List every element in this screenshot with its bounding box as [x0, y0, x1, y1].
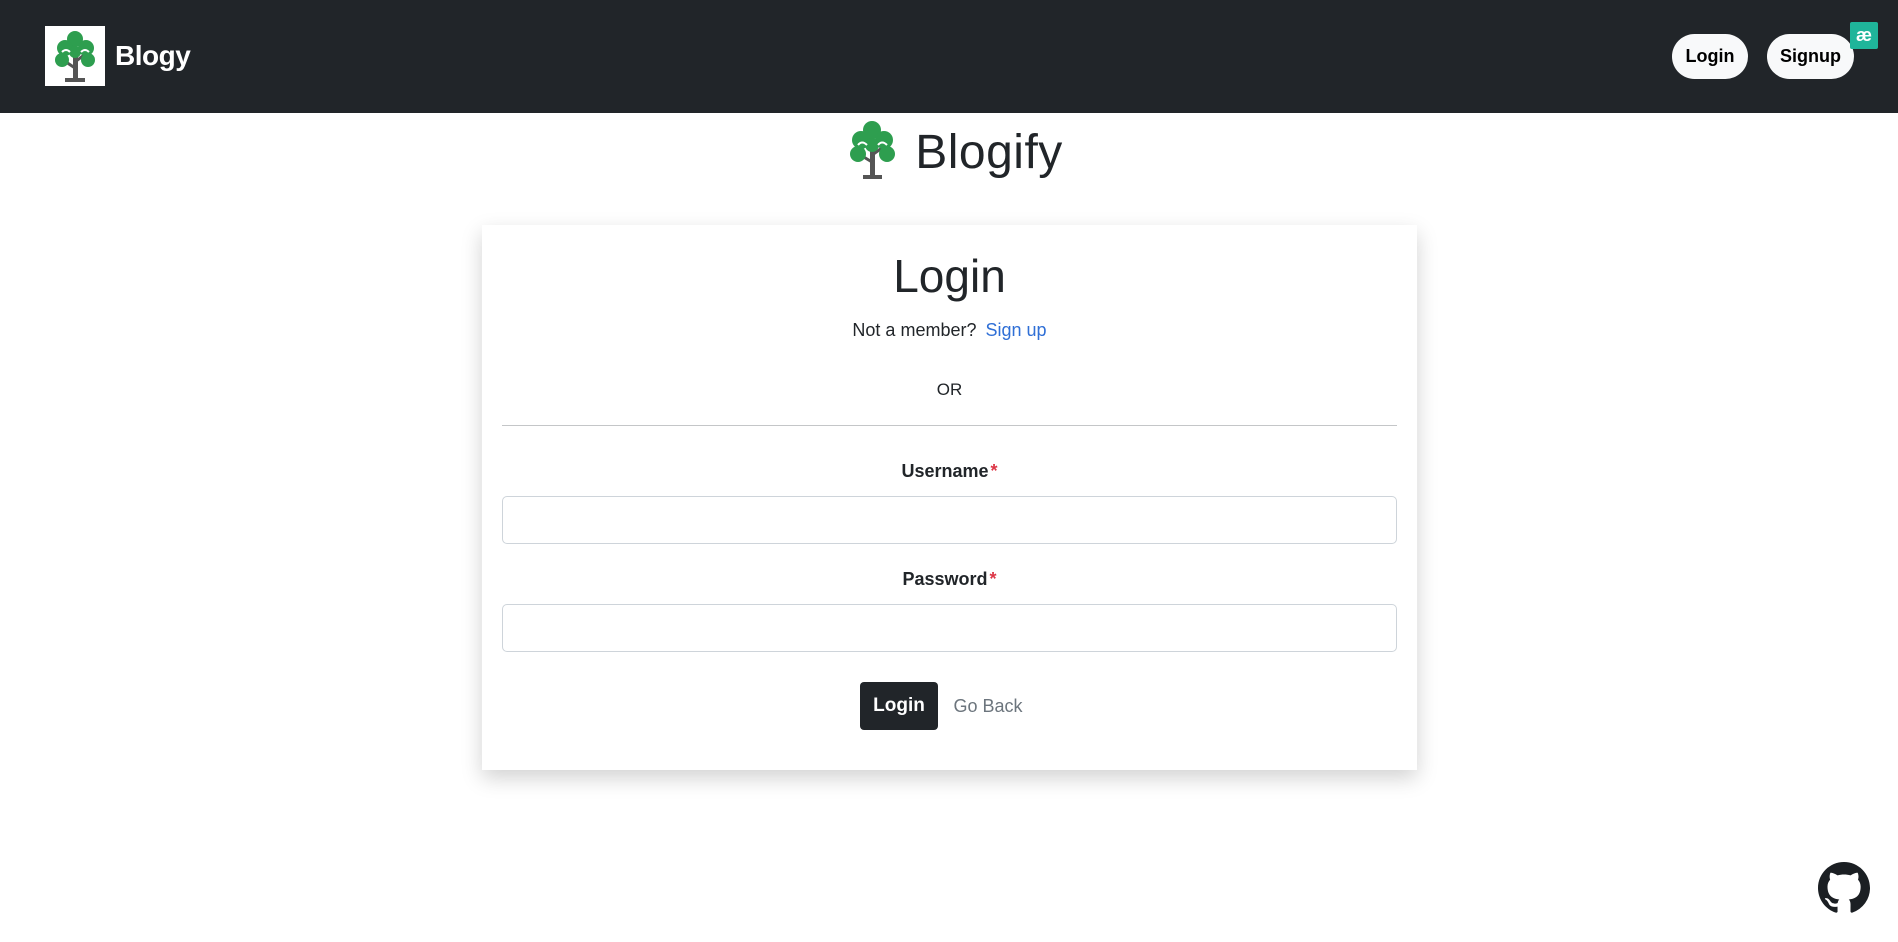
go-back-button[interactable]: Go Back [948, 682, 1028, 730]
member-prompt-line: Not a member? Sign up [482, 320, 1417, 341]
extension-badge-icon[interactable]: æ [1850, 22, 1878, 49]
username-label: Username * [482, 461, 1417, 482]
page-brand-name: Blogify [915, 126, 1063, 179]
navbar-brand[interactable]: Blogy [45, 26, 191, 86]
password-input[interactable] [502, 604, 1397, 652]
top-navbar: Blogy Login Signup æ [0, 0, 1898, 113]
or-separator-text: OR [936, 380, 963, 399]
tree-logo-icon [45, 26, 105, 86]
navbar-login-button[interactable]: Login [1672, 34, 1748, 79]
password-label-text: Password [902, 569, 988, 589]
login-card: Login Not a member? Sign up OR Username *… [482, 225, 1417, 770]
navbar-signup-button[interactable]: Signup [1767, 34, 1854, 79]
divider [502, 425, 1397, 426]
login-title: Login [893, 250, 1006, 302]
username-label-text: Username [901, 461, 989, 481]
page-brand: Blogify [845, 119, 1063, 186]
member-prompt-text: Not a member? [852, 320, 977, 340]
navbar-brand-name: Blogy [115, 40, 191, 71]
github-icon[interactable] [1818, 862, 1870, 914]
username-input[interactable] [502, 496, 1397, 544]
login-submit-button[interactable]: Login [860, 682, 938, 730]
required-marker: * [989, 569, 997, 589]
signup-link[interactable]: Sign up [986, 320, 1047, 340]
page-header: Blogify [0, 119, 1898, 186]
required-marker: * [990, 461, 998, 481]
password-label: Password * [482, 569, 1417, 590]
tree-logo-icon [845, 119, 899, 186]
